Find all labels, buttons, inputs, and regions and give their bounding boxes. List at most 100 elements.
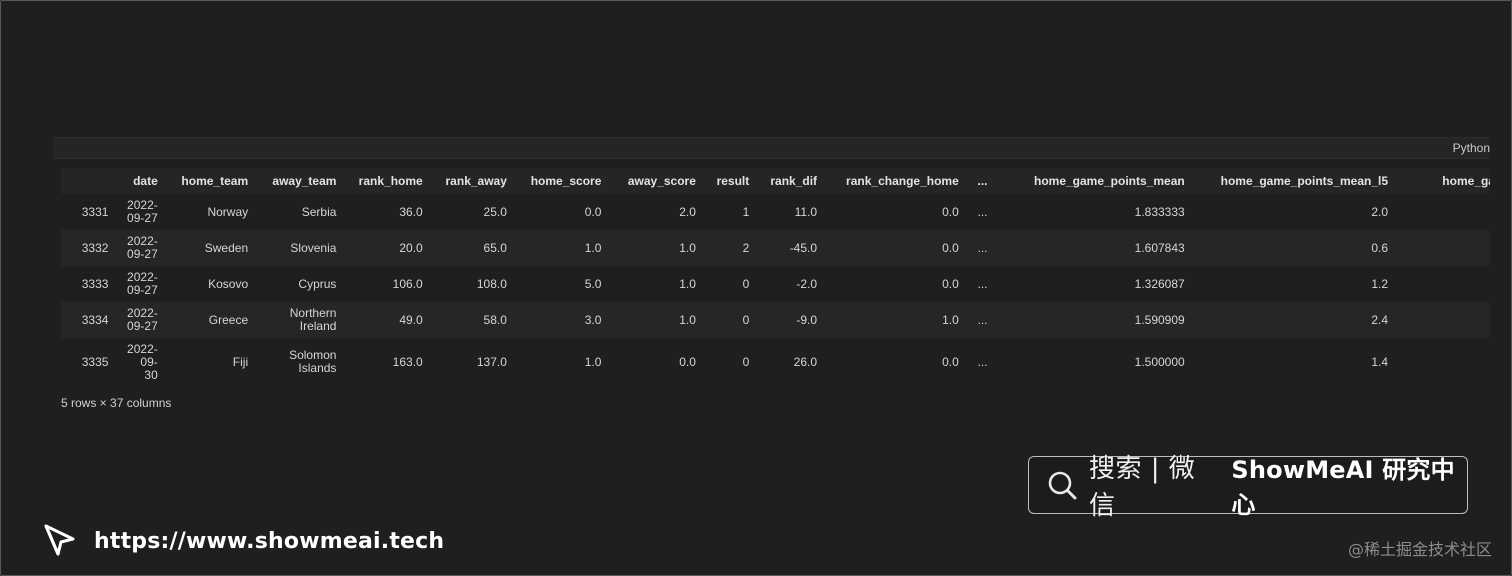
search-wechat-text: 搜索 | 微信: [1089, 454, 1196, 521]
cell-date: 2022- 09-27: [127, 198, 158, 225]
cell-date: 2022- 09-27: [127, 306, 158, 333]
table-header-rank-home: rank_home: [358, 174, 423, 188]
table-header-away-team: away_team: [272, 174, 337, 188]
cell-away-team: Cyprus: [298, 277, 337, 291]
cell-index: 3334: [81, 313, 109, 327]
search-icon: [1045, 468, 1079, 502]
cell-ellipsis: ...: [977, 205, 988, 219]
cell-rank-home: 49.0: [399, 313, 423, 327]
table-row: 3333 2022- 09-27 Kosovo Cyprus 106.0 108…: [61, 266, 1490, 302]
cell-rank-home: 163.0: [392, 355, 423, 369]
cell-rank-change-home: 0.0: [942, 355, 959, 369]
cell-home-game-points-mean-l5: 0.6: [1371, 241, 1389, 255]
cell-home-game-points-mean-l5: 1.4: [1371, 355, 1389, 369]
cell-away-team: Slovenia: [290, 241, 337, 255]
dataframe-output: date home_team away_team rank_home rank_…: [53, 159, 1490, 429]
cell-index: 3335: [81, 355, 109, 369]
cell-home-game-points-mean: 1.833333: [1134, 205, 1185, 219]
cell-away-team: Serbia: [301, 205, 337, 219]
table-header-home-game-points-mean: home_game_points_mean: [1033, 174, 1185, 188]
cell-language-label: Python: [1452, 141, 1490, 155]
cell-result: 0: [742, 355, 750, 369]
table-header-rank-change-home: rank_change_home: [846, 174, 959, 188]
cell-index: 3331: [81, 205, 109, 219]
cell-index: 3333: [81, 277, 109, 291]
cell-rank-change-home: 1.0: [942, 313, 959, 327]
cell-date: 2022- 09-27: [127, 234, 158, 261]
cell-home-game-points-mean-l5: 2.0: [1371, 205, 1389, 219]
cell-home-team: Kosovo: [208, 277, 249, 291]
cell-rank-change-home: 0.0: [942, 241, 959, 255]
cell-rank-dif: -2.0: [796, 277, 818, 291]
cell-home-team: Greece: [208, 313, 249, 327]
brand-text: ShowMeAI 研究中心: [1231, 456, 1455, 519]
cell-home-score: 3.0: [584, 313, 602, 327]
cell-result: 0: [742, 313, 750, 327]
cell-ellipsis: ...: [977, 355, 988, 369]
table-header-index: [61, 168, 116, 194]
table-header-ellipsis: ...: [977, 174, 988, 188]
cell-home-game-points-mean: 1.607843: [1134, 241, 1185, 255]
cell-away-score: 1.0: [679, 277, 696, 291]
cell-home-team: Norway: [207, 205, 249, 219]
cell-rank-away: 137.0: [476, 355, 507, 369]
cell-result: 2: [742, 241, 750, 255]
cell-date: 2022- 09- 30: [127, 341, 158, 382]
site-credit: @稀土掘金技术社区: [1347, 540, 1492, 559]
cell-toolbar: Python: [53, 137, 1490, 159]
cell-ellipsis: ...: [977, 313, 988, 327]
dataframe-shape: 5 rows × 37 columns: [61, 396, 172, 410]
cell-index: 3332: [81, 241, 109, 255]
table-header-row: date home_team away_team rank_home rank_…: [61, 168, 1490, 194]
table-header-date: date: [133, 174, 158, 188]
notebook-output-cell: Python date home_team away_team rank_hom…: [53, 137, 1490, 429]
cell-rank-away: 108.0: [476, 277, 507, 291]
cell-away-score: 1.0: [679, 241, 696, 255]
table-row: 3334 2022- 09-27 Greece Northern Ireland…: [61, 302, 1490, 338]
table-header-home-game-points-ra: home_game_points_ra: [1442, 174, 1490, 188]
cell-away-score: 2.0: [679, 205, 696, 219]
cell-rank-away: 25.0: [483, 205, 507, 219]
table-header-home-game-points-mean-l5: home_game_points_mean_l5: [1220, 174, 1389, 188]
cell-home-game-points-ra: [1396, 230, 1490, 266]
table-header-rank-dif: rank_dif: [770, 174, 818, 188]
cell-home-score: 5.0: [584, 277, 602, 291]
table-row: 3335 2022- 09- 30 Fiji Solomon Islands 1…: [61, 338, 1490, 386]
cell-away-score: 0.0: [679, 355, 696, 369]
table-header-home-team: home_team: [181, 174, 249, 188]
cell-away-score: 1.0: [679, 313, 696, 327]
cell-home-game-points-mean-l5: 1.2: [1371, 277, 1389, 291]
cell-away-team: Northern Ireland: [289, 306, 337, 333]
dataframe-table: date home_team away_team rank_home rank_…: [61, 168, 1490, 386]
cell-result: 0: [742, 277, 750, 291]
table-row: 3331 2022- 09-27 Norway Serbia 36.0 25.0…: [61, 194, 1490, 230]
cell-home-game-points-mean: 1.590909: [1134, 313, 1185, 327]
table-header-home-score: home_score: [530, 174, 602, 188]
cell-rank-home: 20.0: [399, 241, 423, 255]
cell-home-game-points-mean-l5: 2.4: [1371, 313, 1389, 327]
cell-rank-change-home: 0.0: [942, 205, 959, 219]
cell-rank-change-home: 0.0: [942, 277, 959, 291]
cell-ellipsis: ...: [977, 277, 988, 291]
cell-home-score: 1.0: [584, 241, 602, 255]
cell-home-team: Sweden: [204, 241, 249, 255]
table-header-result: result: [716, 174, 750, 188]
cell-rank-home: 36.0: [399, 205, 423, 219]
cell-date: 2022- 09-27: [127, 270, 158, 297]
cell-rank-dif: 11.0: [794, 205, 818, 219]
cell-rank-dif: -9.0: [796, 313, 818, 327]
url-text: https://www.showmeai.tech: [94, 528, 445, 554]
wechat-search-badge: 搜索 | 微信 ShowMeAI 研究中心: [1028, 454, 1468, 521]
table-row: 3332 2022- 09-27 Sweden Slovenia 20.0 65…: [61, 230, 1490, 266]
cell-rank-away: 65.0: [483, 241, 507, 255]
cell-rank-dif: -45.0: [789, 241, 818, 255]
cell-home-game-points-ra: [1396, 266, 1490, 302]
cell-rank-home: 106.0: [392, 277, 423, 291]
site-url: https://www.showmeai.tech: [40, 521, 444, 561]
table-header-rank-away: rank_away: [445, 174, 507, 188]
cell-home-score: 1.0: [584, 355, 602, 369]
cell-home-game-points-mean: 1.326087: [1134, 277, 1185, 291]
cell-home-game-points-ra: [1396, 338, 1490, 386]
cell-rank-away: 58.0: [483, 313, 507, 327]
cursor-icon: [40, 521, 80, 561]
